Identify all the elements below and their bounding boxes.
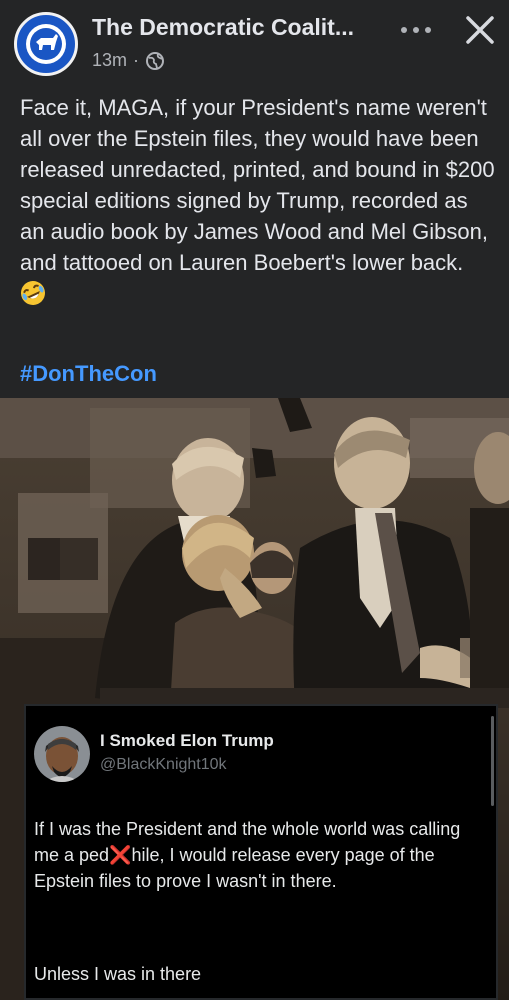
donkey-logo-icon bbox=[26, 24, 66, 64]
censor-x-mark: ❌ bbox=[109, 845, 132, 865]
embedded-tweet-screenshot: I Smoked Elon Trump @BlackKnight10k If I… bbox=[24, 704, 498, 1000]
post-meta: 13m · bbox=[92, 50, 165, 71]
tweet-closing-line: Unless I was in there bbox=[34, 964, 202, 984]
post-header: The Democratic Coalit... 13m · bbox=[0, 0, 509, 80]
post-body: Face it, MAGA, if your President's name … bbox=[20, 92, 495, 309]
page-avatar[interactable] bbox=[14, 12, 78, 76]
rolling-laughing-emoji bbox=[21, 281, 45, 305]
globe-icon bbox=[146, 51, 165, 70]
tweet-avatar bbox=[34, 726, 90, 782]
close-icon bbox=[466, 16, 494, 44]
post-photo[interactable]: I Smoked Elon Trump @BlackKnight10k If I… bbox=[0, 398, 509, 1000]
hashtag-link[interactable]: #DonTheCon bbox=[20, 361, 157, 387]
tweet-scrollbar bbox=[491, 716, 494, 806]
more-dots-icon bbox=[401, 27, 431, 33]
timestamp[interactable]: 13m bbox=[92, 50, 127, 71]
close-button[interactable] bbox=[460, 10, 500, 50]
tweet-display-name: I Smoked Elon Trump bbox=[100, 731, 274, 750]
post-text: Face it, MAGA, if your President's name … bbox=[20, 95, 495, 275]
tweet-handle: @BlackKnight10k bbox=[100, 756, 227, 773]
more-options-button[interactable] bbox=[396, 16, 436, 44]
user-avatar-icon bbox=[34, 726, 90, 782]
meta-separator: · bbox=[133, 50, 140, 70]
page-name[interactable]: The Democratic Coalit... bbox=[92, 14, 382, 41]
tweet-text: If I was the President and the whole wor… bbox=[34, 816, 489, 894]
